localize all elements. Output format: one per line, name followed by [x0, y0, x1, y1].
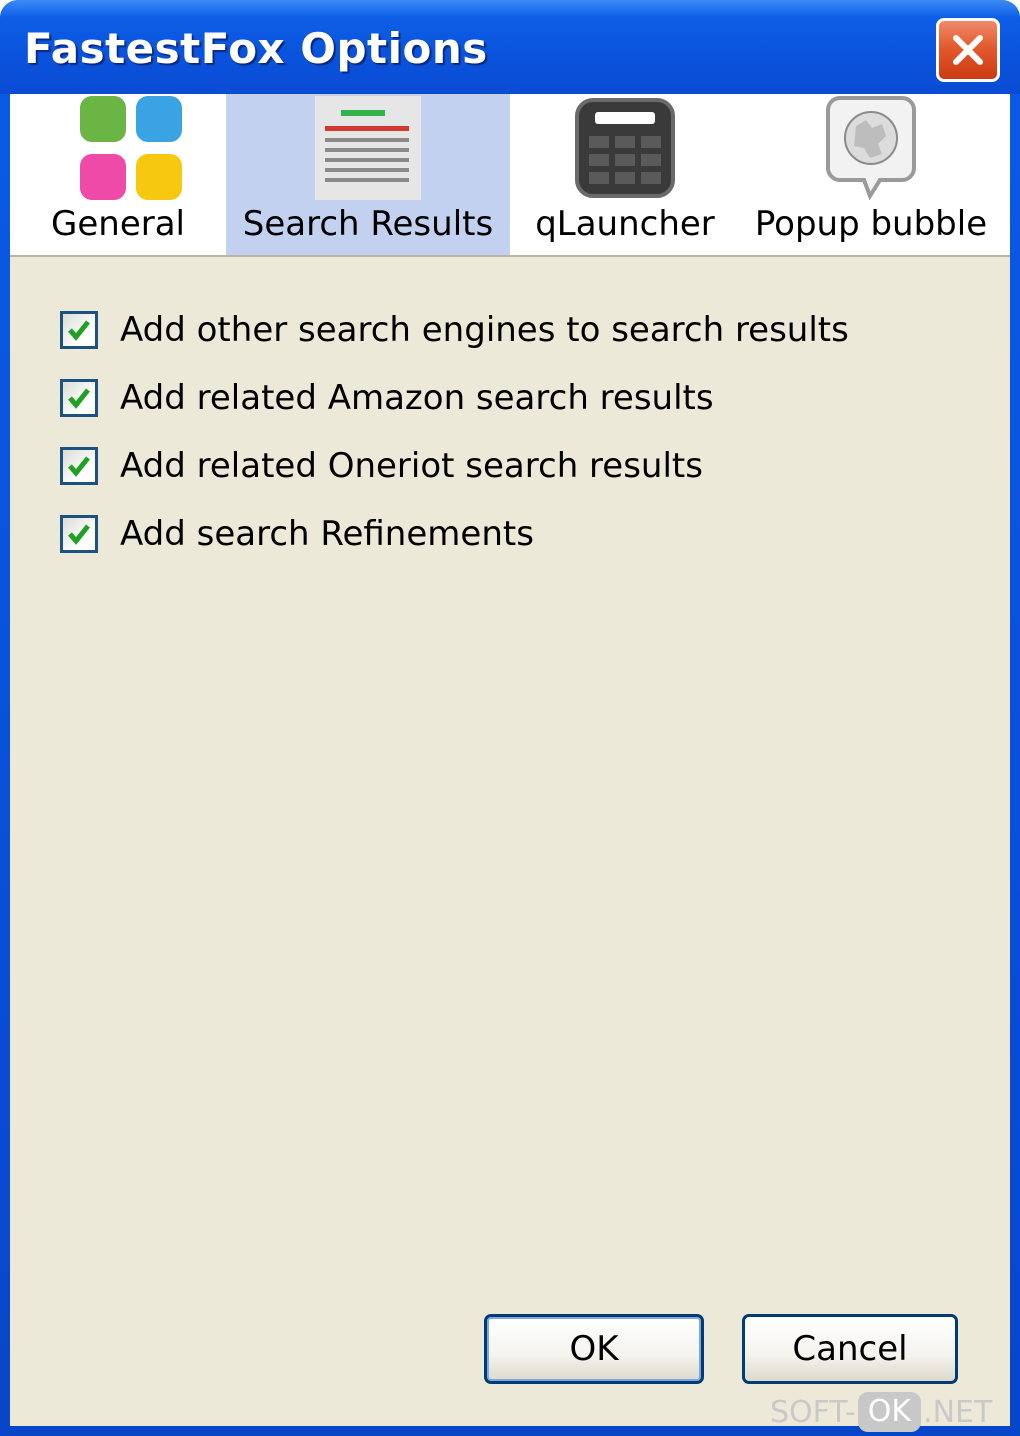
option-label: Add search Refinements	[120, 514, 534, 554]
watermark-suffix: .NET	[923, 1394, 993, 1430]
option-label: Add other search engines to search resul…	[120, 310, 849, 350]
dialog-window: FastestFox Options General Search Result…	[0, 0, 1020, 1436]
option-search-refinements[interactable]: Add search Refinements	[60, 500, 849, 568]
checkmark-icon	[68, 388, 90, 409]
checkmark-icon	[68, 524, 90, 545]
checkbox[interactable]	[60, 379, 98, 417]
checkmark-icon	[68, 456, 90, 477]
window-title: FastestFox Options	[24, 24, 488, 73]
watermark-prefix: SOFT-	[770, 1394, 856, 1430]
tab-search-results[interactable]: Search Results	[226, 94, 510, 255]
checkbox[interactable]	[60, 311, 98, 349]
general-grid-icon	[80, 96, 182, 200]
tab-popup-bubble[interactable]: Popup bubble	[740, 94, 1002, 255]
search-results-icon	[315, 96, 421, 200]
ok-button[interactable]: OK	[484, 1314, 704, 1384]
tab-qlauncher-label: qLauncher	[535, 204, 715, 244]
option-label: Add related Oneriot search results	[120, 446, 703, 486]
calculator-icon	[575, 98, 675, 198]
tab-search-results-label: Search Results	[242, 204, 494, 244]
options-tab-bar: General Search Results qLauncher Popup b…	[10, 94, 1010, 257]
checkbox[interactable]	[60, 447, 98, 485]
watermark: SOFT- OK .NET	[770, 1392, 992, 1432]
close-icon	[953, 35, 983, 65]
dialog-content: General Search Results qLauncher Popup b…	[10, 94, 1010, 1426]
tab-popup-bubble-label: Popup bubble	[754, 204, 988, 244]
option-other-search-engines[interactable]: Add other search engines to search resul…	[60, 296, 849, 364]
search-results-options: Add other search engines to search resul…	[60, 296, 849, 568]
cancel-button[interactable]: Cancel	[742, 1314, 958, 1384]
checkbox[interactable]	[60, 515, 98, 553]
watermark-middle: OK	[857, 1392, 922, 1432]
close-button[interactable]	[936, 18, 1000, 82]
wikipedia-bubble-icon	[826, 96, 916, 200]
title-bar[interactable]: FastestFox Options	[0, 0, 1020, 94]
tab-general-label: General	[51, 204, 185, 244]
checkmark-icon	[68, 320, 90, 341]
option-oneriot-results[interactable]: Add related Oneriot search results	[60, 432, 849, 500]
option-label: Add related Amazon search results	[120, 378, 714, 418]
tab-qlauncher[interactable]: qLauncher	[510, 94, 740, 255]
option-amazon-results[interactable]: Add related Amazon search results	[60, 364, 849, 432]
tab-general[interactable]: General	[10, 94, 226, 255]
